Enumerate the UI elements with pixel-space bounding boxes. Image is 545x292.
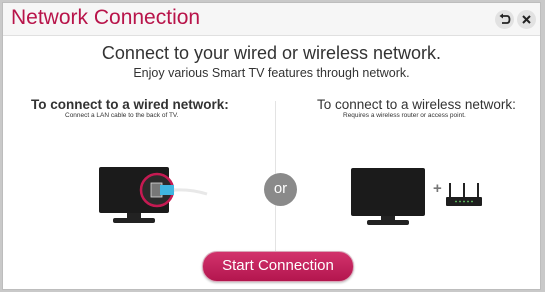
tv-neck [381,216,395,220]
tv-screen [351,168,425,216]
tv-stand [367,220,409,225]
wireless-subtitle: Requires a wireless router or access poi… [343,112,466,119]
network-connection-dialog: Network Connection Connect to your wired… [2,2,541,290]
wired-tv-illustration [99,167,208,223]
or-separator: or [264,173,297,206]
wired-subtitle: Connect a LAN cable to the back of TV. [65,112,179,119]
wireless-tv-illustration [351,168,425,225]
lan-cable [173,188,208,196]
close-icon [522,15,531,24]
back-button[interactable] [495,10,514,29]
tv-stand [113,218,155,223]
router-icon [446,183,482,206]
main-heading: Connect to your wired or wireless networ… [101,43,442,63]
main-subheading: Enjoy various Smart TV features through … [133,66,410,80]
page-title: Network Connection [11,6,201,29]
back-arrow-icon [499,13,511,24]
lan-plug [160,185,174,195]
title-bar: Network Connection [3,3,540,36]
close-button[interactable] [517,10,536,29]
wireless-title: To connect to a wireless network: [317,97,516,112]
start-connection-button[interactable]: Start Connection [202,251,354,282]
wired-title: To connect to a wired network: [31,97,229,112]
plus-sign: + [433,180,442,197]
tv-neck [127,213,141,218]
